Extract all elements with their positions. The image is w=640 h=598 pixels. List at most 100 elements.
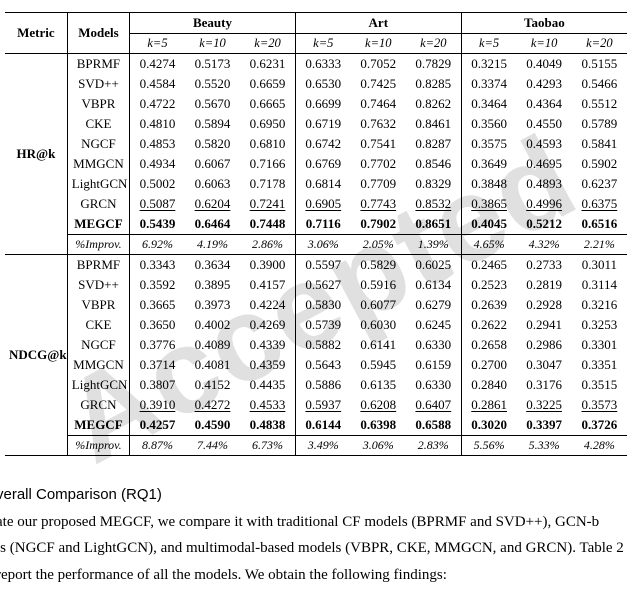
value-cell: 0.5439: [130, 214, 185, 235]
col-models: Models: [67, 13, 129, 54]
value-cell: 0.6067: [185, 154, 240, 174]
results-table: Metric Models Beauty Art Taobao k=5 k=10…: [5, 12, 627, 456]
value-cell: 0.3973: [185, 295, 240, 315]
value-cell: 0.3020: [461, 415, 516, 436]
value-cell: 2.21%: [572, 235, 627, 255]
value-cell: 0.3634: [185, 255, 240, 276]
value-cell: 0.3575: [461, 134, 516, 154]
value-cell: 0.7702: [351, 154, 406, 174]
value-cell: 1.39%: [406, 235, 461, 255]
value-cell: 0.6407: [406, 395, 461, 415]
k10: k=10: [351, 34, 406, 54]
section-heading: verall Comparison (RQ1): [0, 484, 632, 507]
value-cell: 0.5173: [185, 54, 240, 75]
value-cell: 0.6231: [240, 54, 295, 75]
value-cell: 0.6464: [185, 214, 240, 235]
value-cell: 0.6208: [351, 395, 406, 415]
k10: k=10: [185, 34, 240, 54]
value-cell: 0.8287: [406, 134, 461, 154]
value-cell: 0.5829: [351, 255, 406, 276]
value-cell: 0.5670: [185, 94, 240, 114]
value-cell: 0.5789: [572, 114, 627, 134]
value-cell: 0.3397: [516, 415, 571, 436]
value-cell: 0.6659: [240, 74, 295, 94]
value-cell: 0.5643: [295, 355, 350, 375]
k5: k=5: [130, 34, 185, 54]
value-cell: 0.6159: [406, 355, 461, 375]
value-cell: 0.3011: [572, 255, 627, 276]
value-cell: 0.4934: [130, 154, 185, 174]
value-cell: 0.8262: [406, 94, 461, 114]
value-cell: 0.5830: [295, 295, 350, 315]
value-cell: 0.4593: [516, 134, 571, 154]
value-cell: 0.3726: [572, 415, 627, 436]
model-name: NGCF: [67, 134, 129, 154]
value-cell: 0.2465: [461, 255, 516, 276]
model-name: GRCN: [67, 395, 129, 415]
value-cell: 0.4359: [240, 355, 295, 375]
k20: k=20: [406, 34, 461, 54]
value-cell: 0.3351: [572, 355, 627, 375]
dataset-taobao: Taobao: [461, 13, 627, 34]
value-cell: 0.4269: [240, 315, 295, 335]
value-cell: 4.19%: [185, 235, 240, 255]
value-cell: 0.3215: [461, 54, 516, 75]
value-cell: 0.6279: [406, 295, 461, 315]
value-cell: 8.87%: [130, 436, 185, 456]
value-cell: 0.6810: [240, 134, 295, 154]
value-cell: 0.6330: [406, 335, 461, 355]
value-cell: 0.5894: [185, 114, 240, 134]
value-cell: 0.4590: [185, 415, 240, 436]
value-cell: 0.2986: [516, 335, 571, 355]
model-name: GRCN: [67, 194, 129, 214]
value-cell: 0.4550: [516, 114, 571, 134]
value-cell: 0.2861: [461, 395, 516, 415]
value-cell: 0.7902: [351, 214, 406, 235]
value-cell: 0.2523: [461, 275, 516, 295]
value-cell: 0.3114: [572, 275, 627, 295]
body-line: report the performance of all the models…: [0, 564, 632, 587]
value-cell: 0.4257: [130, 415, 185, 436]
value-cell: 0.5886: [295, 375, 350, 395]
value-cell: 0.6375: [572, 194, 627, 214]
model-name: BPRMF: [67, 54, 129, 75]
value-cell: 0.7541: [351, 134, 406, 154]
model-name: %Improv.: [67, 235, 129, 255]
value-cell: 0.6330: [406, 375, 461, 395]
value-cell: 0.7052: [351, 54, 406, 75]
value-cell: 0.4224: [240, 295, 295, 315]
value-cell: 0.4584: [130, 74, 185, 94]
model-name: VBPR: [67, 94, 129, 114]
value-cell: 0.6135: [351, 375, 406, 395]
value-cell: 0.2733: [516, 255, 571, 276]
value-cell: 0.7116: [295, 214, 350, 235]
value-cell: 0.3047: [516, 355, 571, 375]
value-cell: 0.4533: [240, 395, 295, 415]
value-cell: 0.7166: [240, 154, 295, 174]
value-cell: 0.6950: [240, 114, 295, 134]
value-cell: 6.92%: [130, 235, 185, 255]
value-cell: 0.6141: [351, 335, 406, 355]
value-cell: 0.4089: [185, 335, 240, 355]
value-cell: 2.05%: [351, 235, 406, 255]
value-cell: 0.5002: [130, 174, 185, 194]
value-cell: 0.3592: [130, 275, 185, 295]
value-cell: 0.5882: [295, 335, 350, 355]
value-cell: 0.8461: [406, 114, 461, 134]
value-cell: 0.4695: [516, 154, 571, 174]
value-cell: 0.6769: [295, 154, 350, 174]
value-cell: 0.2700: [461, 355, 516, 375]
value-cell: 0.5597: [295, 255, 350, 276]
model-name: MEGCF: [67, 214, 129, 235]
value-cell: 0.4293: [516, 74, 571, 94]
value-cell: 0.2639: [461, 295, 516, 315]
value-cell: 0.6742: [295, 134, 350, 154]
value-cell: 7.44%: [185, 436, 240, 456]
value-cell: 0.3560: [461, 114, 516, 134]
value-cell: 0.3176: [516, 375, 571, 395]
value-cell: 0.5155: [572, 54, 627, 75]
value-cell: 0.6237: [572, 174, 627, 194]
value-cell: 0.6588: [406, 415, 461, 436]
metric-label: NDCG@k: [5, 255, 67, 456]
value-cell: 0.5512: [572, 94, 627, 114]
